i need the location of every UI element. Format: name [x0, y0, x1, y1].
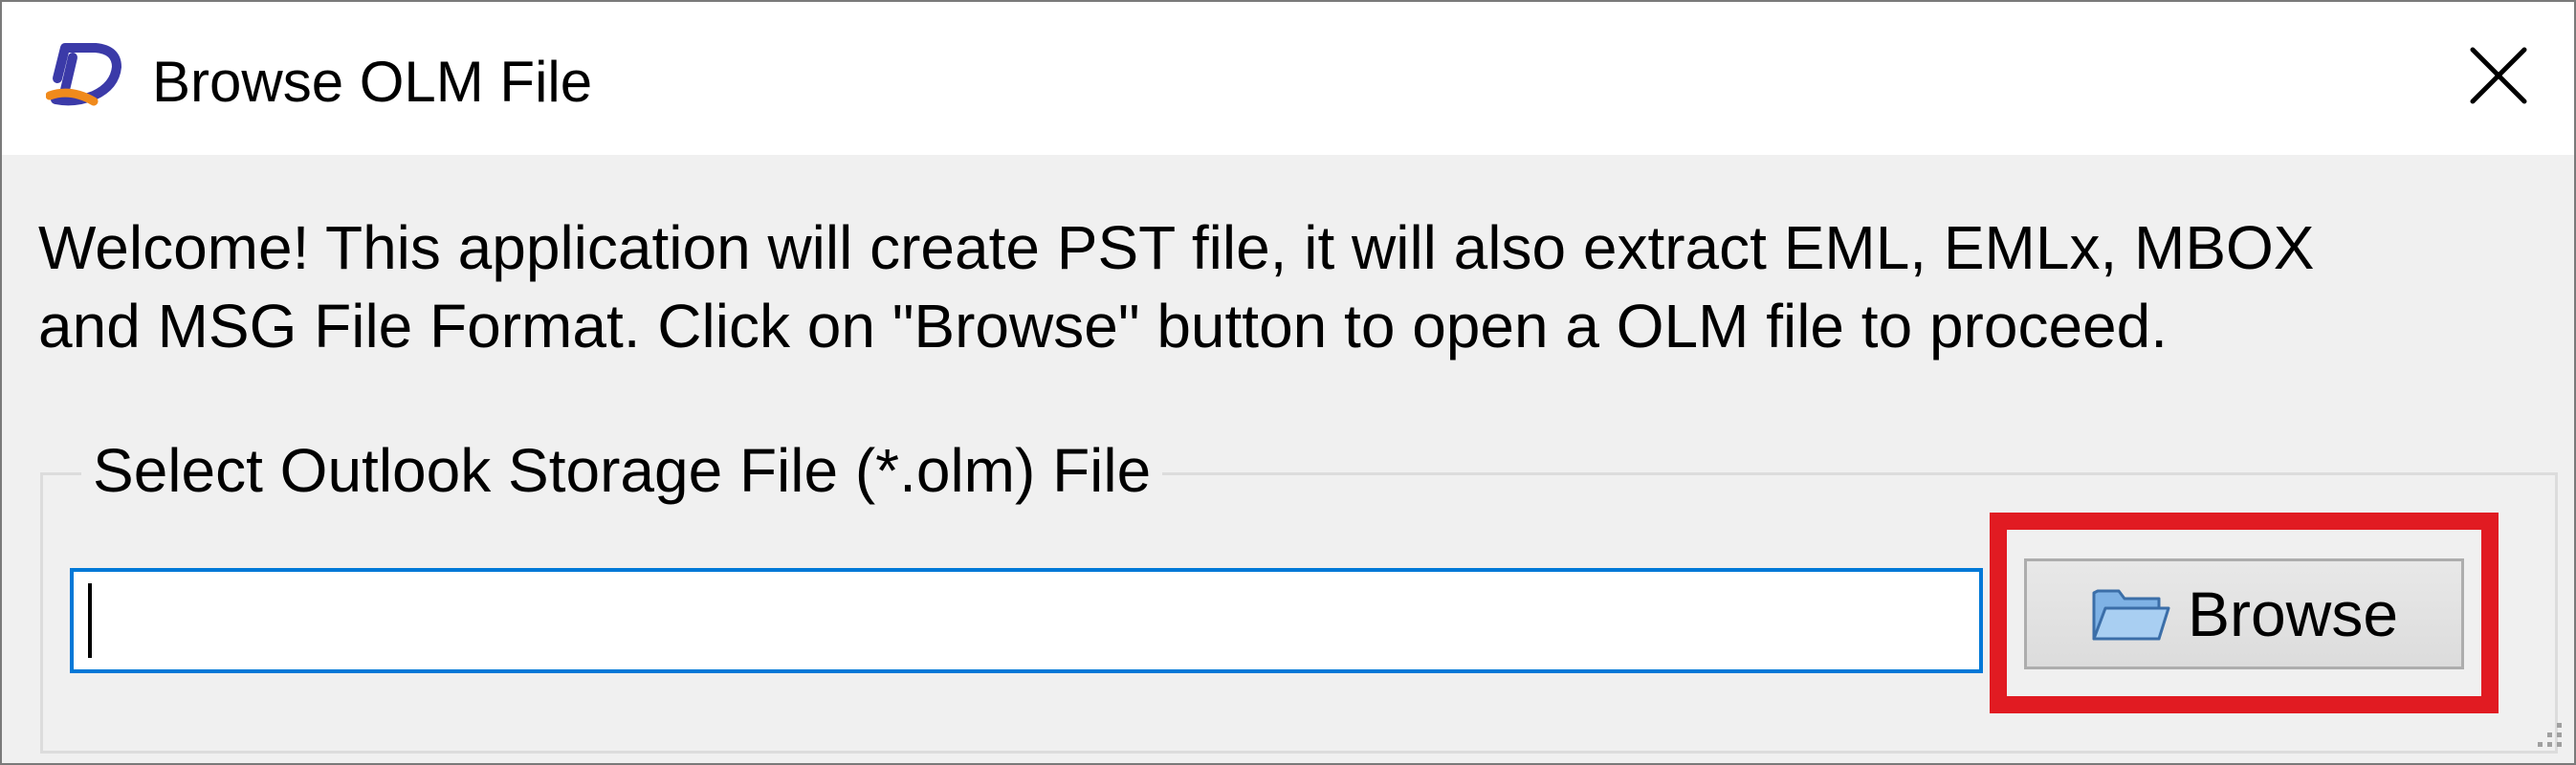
groupbox-label: Select Outlook Storage File (*.olm) File: [81, 427, 1163, 514]
olm-file-path-input[interactable]: [70, 568, 1983, 673]
browse-button-label: Browse: [2187, 579, 2399, 649]
text-cursor: [88, 583, 92, 658]
app-logo-icon: [46, 43, 121, 106]
window-title: Browse OLM File: [152, 50, 593, 114]
resize-grip-icon[interactable]: [2528, 717, 2566, 755]
folder-open-icon: [2092, 589, 2170, 641]
browse-button[interactable]: Browse: [2024, 558, 2464, 669]
browse-olm-dialog: Browse OLM File Welcome! This applicatio…: [0, 0, 2576, 765]
close-icon[interactable]: [2465, 42, 2532, 109]
title-bar[interactable]: Browse OLM File: [2, 2, 2574, 155]
welcome-line-2: and MSG File Format. Click on "Browse" b…: [38, 292, 2168, 361]
welcome-message: Welcome! This application will create PS…: [38, 208, 2525, 365]
welcome-line-1: Welcome! This application will create PS…: [38, 213, 2315, 282]
